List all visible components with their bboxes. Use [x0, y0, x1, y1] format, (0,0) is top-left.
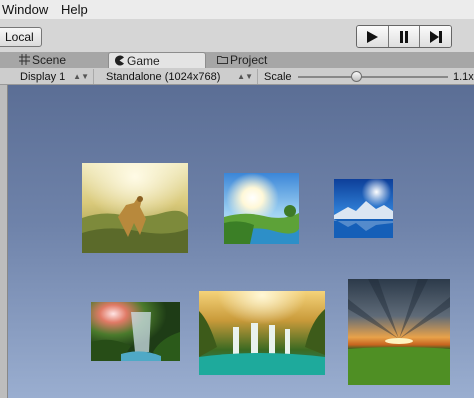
game-view-toolbar: Display 1 ▲▼ Standalone (1024x768) ▲▼ Sc…	[0, 68, 474, 85]
playback-controls	[356, 25, 452, 48]
display-value: Display 1	[20, 71, 66, 83]
left-panel-edge	[0, 85, 8, 398]
tab-strip: Scene Game Project	[0, 52, 474, 68]
game-pacman-icon	[115, 55, 124, 66]
scale-label: Scale	[264, 71, 292, 83]
image-sunset-green-field	[348, 279, 450, 385]
tab-game-label: Game	[127, 54, 160, 68]
tab-game[interactable]: Game	[108, 52, 206, 68]
scene-grid-icon	[19, 54, 30, 65]
image-mountain-lake-sunburst	[334, 179, 393, 238]
menu-help[interactable]: Help	[61, 2, 88, 17]
dropdown-arrows-icon: ▲▼	[73, 72, 89, 81]
display-dropdown[interactable]: Display 1 ▲▼	[14, 69, 94, 84]
resolution-dropdown[interactable]: Standalone (1024x768) ▲▼	[100, 69, 258, 84]
play-button[interactable]	[357, 26, 389, 47]
menu-window[interactable]: Window	[2, 2, 48, 17]
pause-icon	[400, 30, 408, 43]
image-jungle-waterfall-sunbeams	[91, 302, 180, 361]
local-toggle-button[interactable]: Local	[0, 27, 42, 47]
menu-bar: Window Help	[0, 0, 474, 19]
scale-slider-track[interactable]	[298, 76, 448, 78]
step-icon	[429, 30, 442, 43]
tab-project[interactable]: Project	[212, 52, 282, 68]
scale-value: 1.1x	[453, 71, 474, 83]
resolution-value: Standalone (1024x768)	[106, 71, 221, 83]
tab-project-label: Project	[230, 53, 268, 67]
tab-scene-label: Scene	[32, 53, 67, 67]
scale-slider-knob[interactable]	[351, 71, 362, 82]
pause-button[interactable]	[388, 26, 421, 47]
dropdown-arrows-icon: ▲▼	[237, 72, 253, 81]
toolbar: Local	[0, 19, 474, 52]
play-icon	[367, 30, 379, 43]
image-cheetah-savanna	[82, 163, 188, 253]
folder-icon	[217, 56, 228, 64]
image-sunny-river-field	[224, 173, 299, 244]
image-golden-waterfall-pool	[199, 291, 325, 375]
step-button[interactable]	[420, 26, 451, 47]
tab-scene[interactable]: Scene	[14, 52, 76, 68]
